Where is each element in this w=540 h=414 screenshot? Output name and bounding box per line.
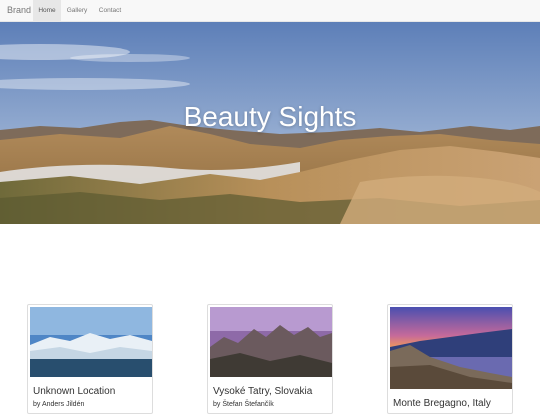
card-title: Vysoké Tatry, Slovakia	[213, 386, 313, 397]
card-image-mountains	[210, 307, 332, 377]
gallery-card[interactable]: Vysoké Tatry, Slovakia by Štefan Štefanč…	[207, 304, 333, 414]
card-image-glacier	[30, 307, 152, 377]
brand-link[interactable]: Brand	[7, 5, 31, 15]
card-title: Unknown Location	[33, 386, 116, 397]
gallery-card[interactable]: Unknown Location by Anders Jildén	[27, 304, 153, 414]
hero-title: Beauty Sights	[183, 101, 357, 132]
card-title: Monte Bregagno, Italy	[393, 398, 491, 409]
nav-item-gallery[interactable]: Gallery	[61, 0, 93, 21]
nav-item-contact[interactable]: Contact	[93, 0, 127, 21]
gallery-card[interactable]: Monte Bregagno, Italy	[387, 304, 513, 414]
hero-banner: Beauty Sights	[0, 22, 540, 224]
card-image-sunset	[390, 307, 512, 389]
nav-item-home[interactable]: Home	[33, 0, 61, 21]
navbar: Brand Home Gallery Contact	[0, 0, 540, 22]
